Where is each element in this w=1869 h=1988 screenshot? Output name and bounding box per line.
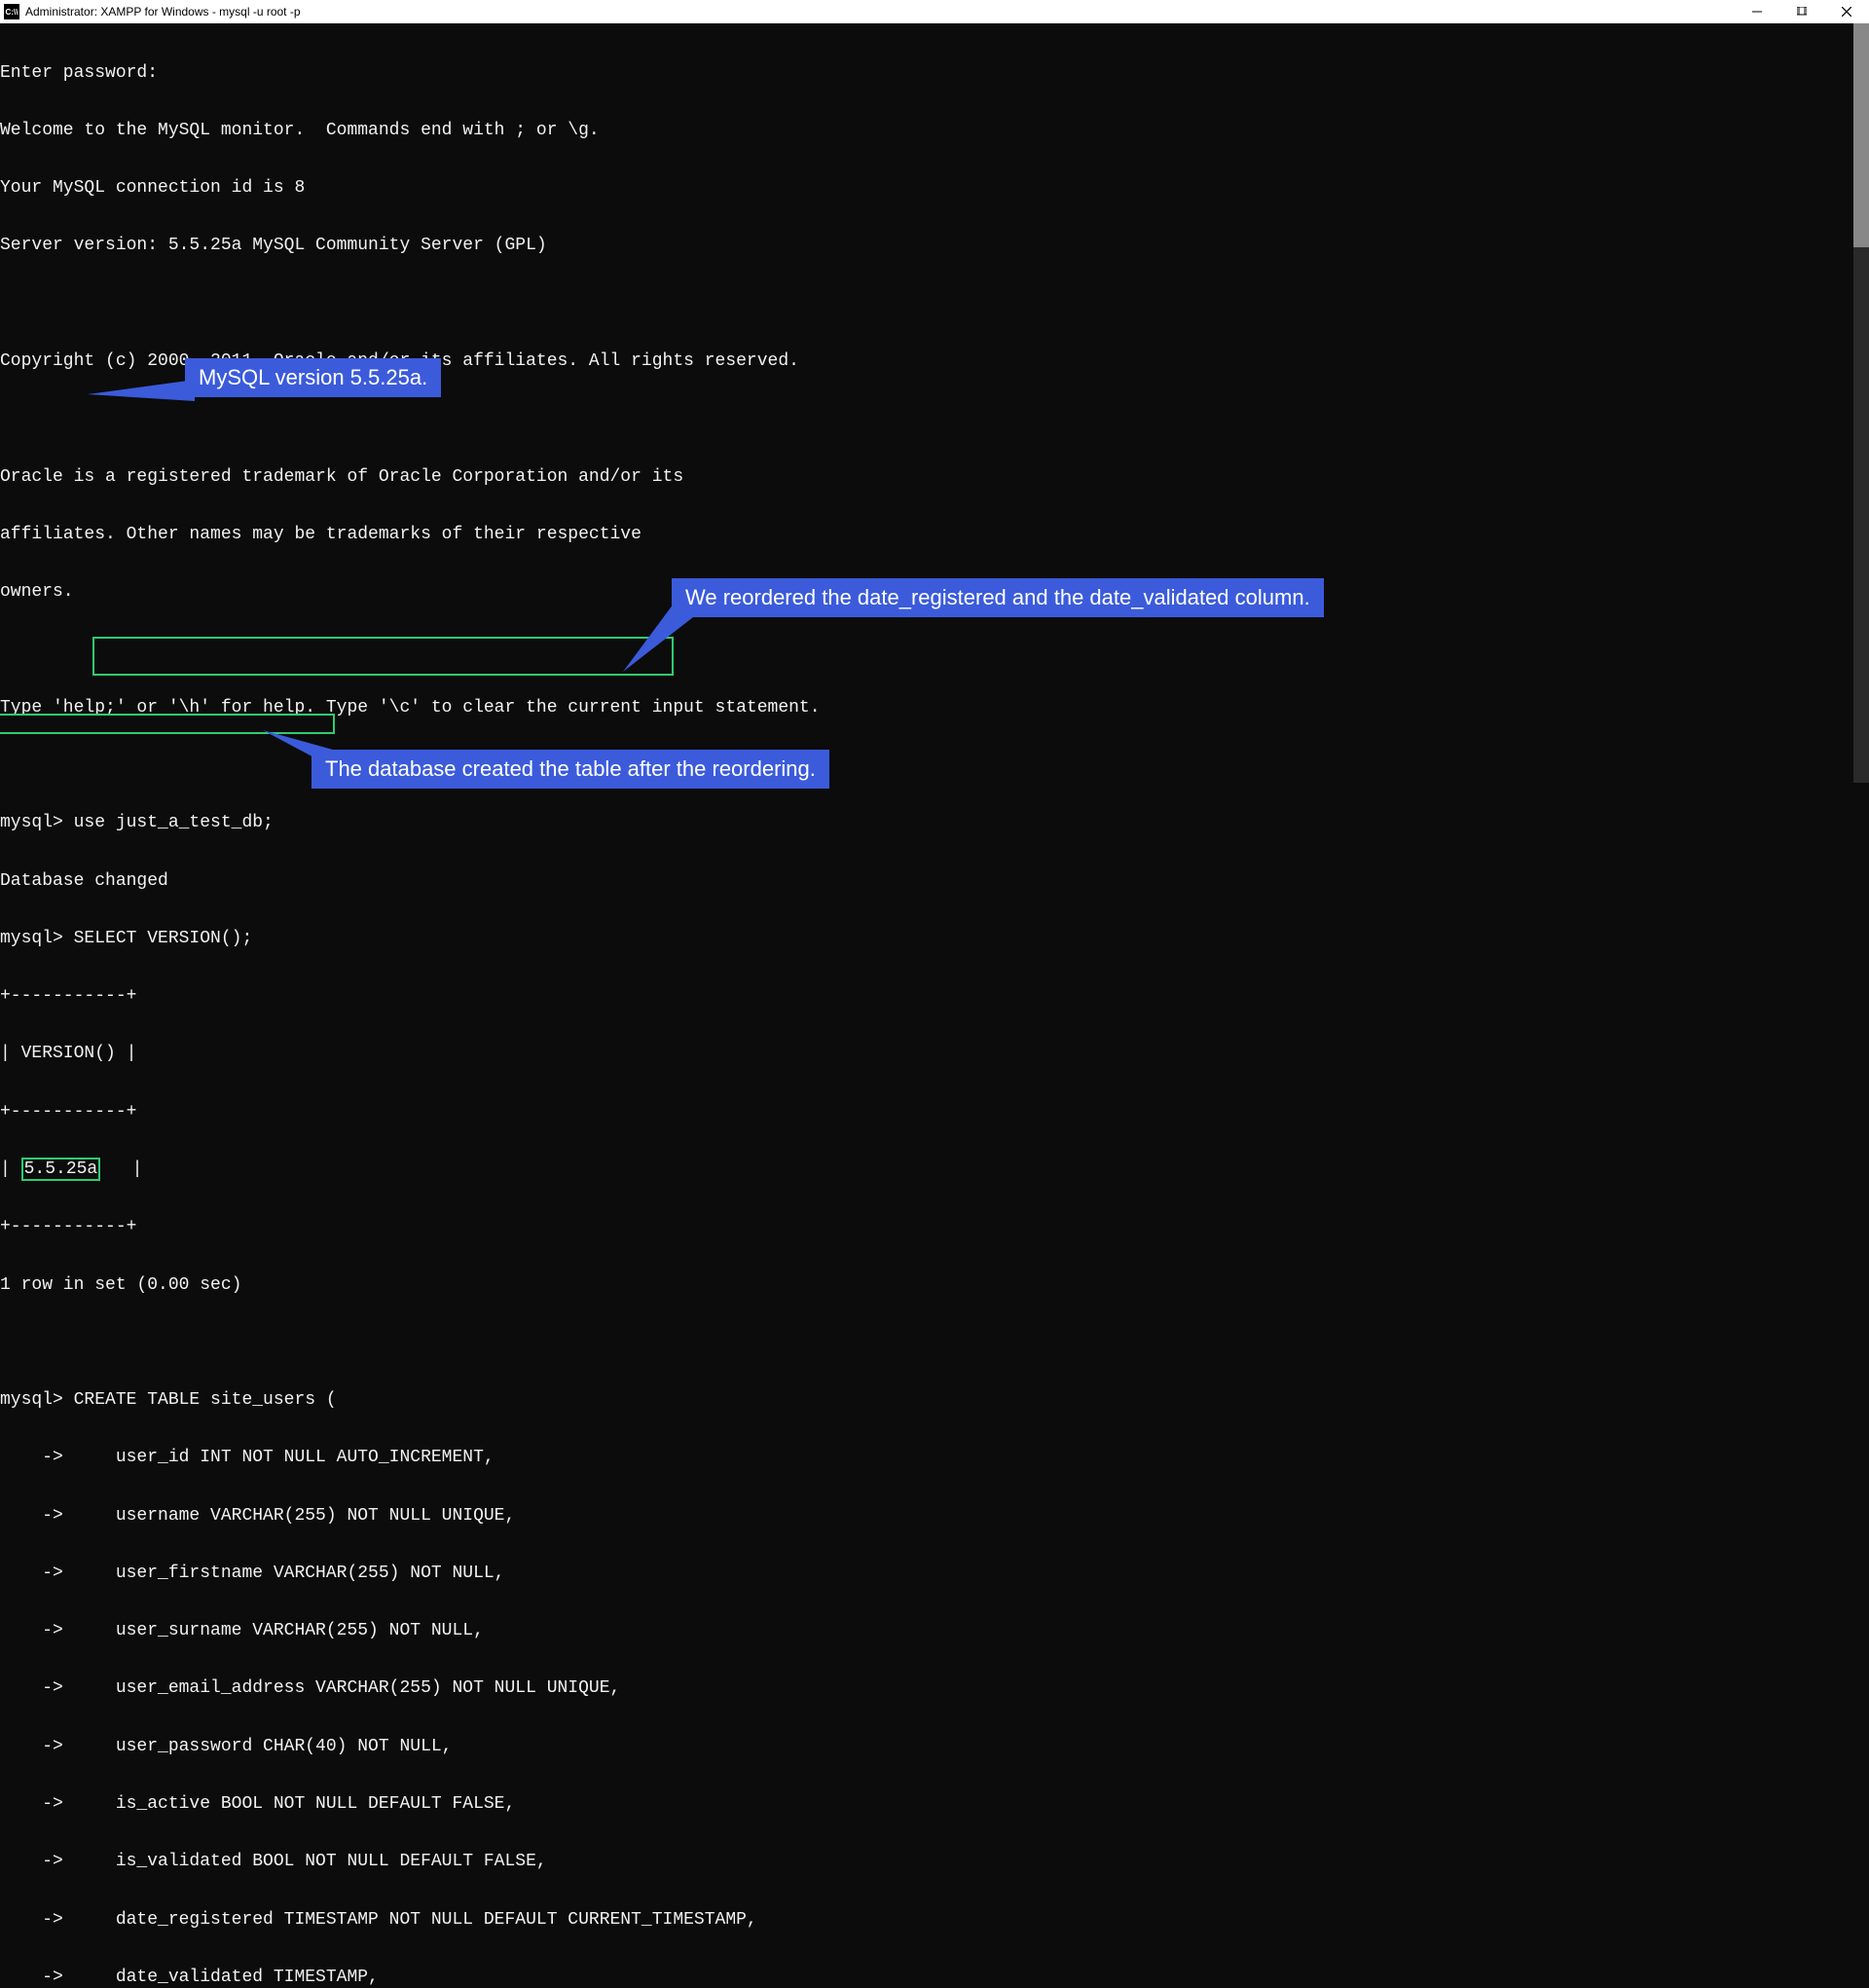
terminal-line: affiliates. Other names may be trademark… (0, 526, 1869, 545)
terminal-line: Database changed (0, 872, 1869, 892)
terminal-line: -> username VARCHAR(255) NOT NULL UNIQUE… (0, 1507, 1869, 1527)
window-titlebar: C:\\ Administrator: XAMPP for Windows - … (0, 0, 1869, 23)
terminal-line: -> is_active BOOL NOT NULL DEFAULT FALSE… (0, 1795, 1869, 1815)
callout-version: MySQL version 5.5.25a. (185, 358, 441, 397)
terminal-line: -> user_email_address VARCHAR(255) NOT N… (0, 1679, 1869, 1699)
terminal-line (0, 1334, 1869, 1353)
terminal-line (0, 295, 1869, 314)
minimize-button[interactable] (1735, 0, 1779, 23)
terminal-line: -> is_validated BOOL NOT NULL DEFAULT FA… (0, 1853, 1869, 1872)
terminal-line: Oracle is a registered trademark of Orac… (0, 468, 1869, 488)
terminal-line: -> user_firstname VARCHAR(255) NOT NULL, (0, 1565, 1869, 1584)
callout-reorder: We reordered the date_registered and the… (672, 578, 1324, 617)
terminal-line: -> date_registered TIMESTAMP NOT NULL DE… (0, 1911, 1869, 1931)
terminal-line: | VERSION() | (0, 1045, 1869, 1064)
terminal-line: +-----------+ (0, 1218, 1869, 1237)
maximize-button[interactable] (1779, 0, 1824, 23)
terminal-line: Your MySQL connection id is 8 (0, 179, 1869, 199)
terminal-line: | 5.5.25a | (0, 1160, 1869, 1180)
cmd-icon: C:\\ (4, 4, 19, 19)
terminal-line: +-----------+ (0, 987, 1869, 1007)
terminal-area[interactable]: Enter password: Welcome to the MySQL mon… (0, 23, 1869, 1988)
terminal-line: 1 row in set (0.00 sec) (0, 1276, 1869, 1296)
version-highlight: 5.5.25a (21, 1158, 101, 1181)
reorder-highlight (92, 637, 674, 676)
terminal-line: -> user_id INT NOT NULL AUTO_INCREMENT, (0, 1449, 1869, 1468)
terminal-line: Enter password: (0, 64, 1869, 84)
terminal-line: mysql> SELECT VERSION(); (0, 930, 1869, 949)
terminal-line: Server version: 5.5.25a MySQL Community … (0, 237, 1869, 256)
scrollbar-thumb[interactable] (1853, 23, 1869, 247)
scrollbar-track[interactable] (1853, 23, 1869, 783)
terminal-line: mysql> use just_a_test_db; (0, 814, 1869, 833)
callout-created: The database created the table after the… (312, 750, 829, 789)
close-button[interactable] (1824, 0, 1869, 23)
terminal-line: -> user_surname VARCHAR(255) NOT NULL, (0, 1622, 1869, 1641)
window-controls (1735, 0, 1869, 23)
terminal-line: +-----------+ (0, 1103, 1869, 1123)
window-title: Administrator: XAMPP for Windows - mysql… (25, 5, 1735, 18)
callout-tail-icon (88, 380, 195, 409)
terminal-line: Welcome to the MySQL monitor. Commands e… (0, 122, 1869, 141)
terminal-line: -> user_password CHAR(40) NOT NULL, (0, 1738, 1869, 1757)
terminal-line: -> date_validated TIMESTAMP, (0, 1969, 1869, 1988)
terminal-line: mysql> CREATE TABLE site_users ( (0, 1391, 1869, 1411)
terminal-line (0, 410, 1869, 429)
